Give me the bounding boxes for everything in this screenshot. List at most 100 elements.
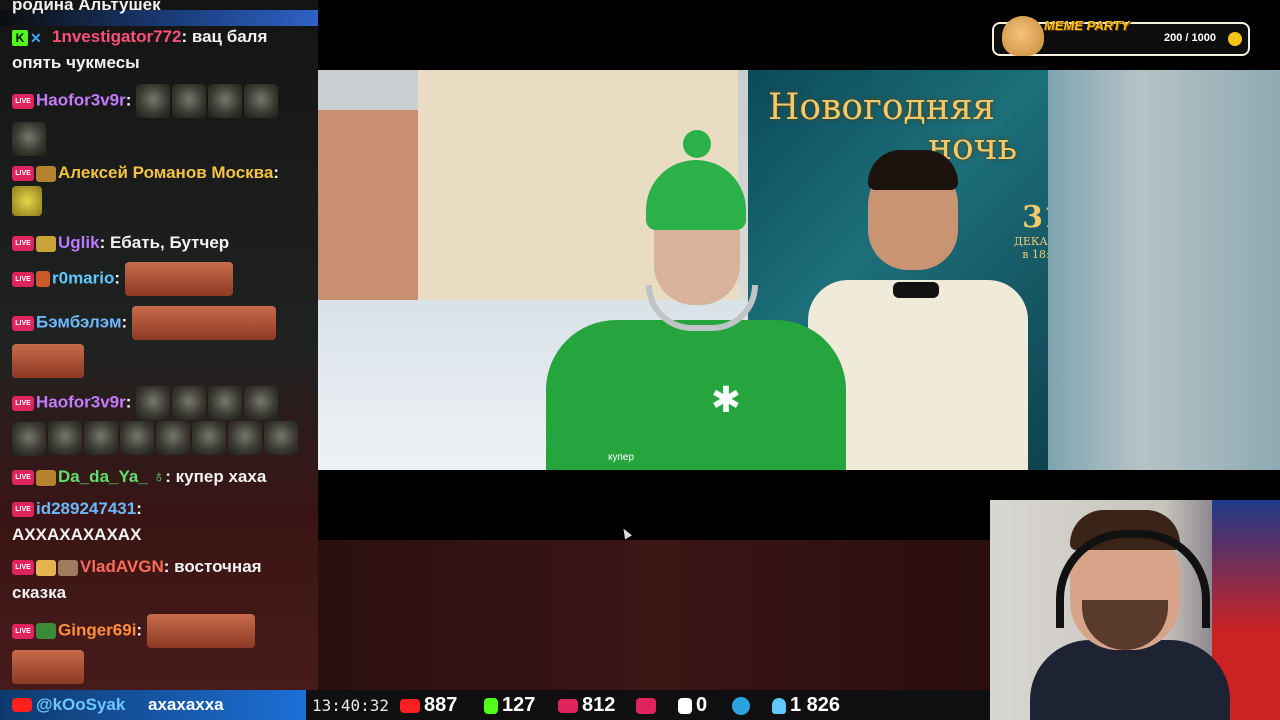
chat-nick: Haofor3v9r xyxy=(36,90,126,110)
meme-party-title: MEME PARTY xyxy=(1044,18,1130,33)
emote-icon xyxy=(208,386,243,420)
live-badge-icon: LIVE xyxy=(12,166,34,182)
video-building xyxy=(318,110,428,310)
chat-message: LIVE Haofor3v9r: xyxy=(12,386,312,456)
chat-message: LIVE Haofor3v9r: xyxy=(12,84,312,156)
live-badge-icon: LIVE xyxy=(12,271,34,287)
telegram-indicator xyxy=(732,694,754,716)
emote-icon xyxy=(136,84,171,118)
chat-nick: Uglik xyxy=(58,233,100,252)
chat-nick: Бэмбэлэм xyxy=(36,312,122,332)
emote-icon xyxy=(208,84,243,118)
webcam-feed xyxy=(990,500,1280,720)
doge-icon xyxy=(1002,16,1044,56)
youtube-icon xyxy=(12,698,32,712)
rutube-viewers: 0 xyxy=(678,694,707,716)
crown-icon: ♁ xyxy=(147,467,166,486)
emote-icon xyxy=(12,422,46,456)
play-icon xyxy=(636,697,656,714)
meme-party-count: 200 / 1000 xyxy=(1164,32,1216,44)
emote-icon xyxy=(244,386,279,420)
emote-badge-icon xyxy=(36,623,56,639)
kick-viewers: 127 xyxy=(484,694,535,716)
emote-badge-icon xyxy=(36,271,50,287)
emote-icon xyxy=(124,262,233,296)
vk-live-icon xyxy=(558,698,578,713)
emote-icon xyxy=(12,344,84,378)
emote-icon xyxy=(84,421,118,455)
emote-icon xyxy=(172,84,207,118)
chat-message: LIVE Бэмбэлэм: xyxy=(12,306,312,378)
chat-text: купер хаха xyxy=(175,467,267,486)
emote-icon xyxy=(172,386,207,420)
chat-nick: r0mario xyxy=(52,268,115,288)
emote-icon xyxy=(131,306,276,340)
clock: 13:40:32 xyxy=(312,696,390,715)
chat-message: LIVE id289247431: АХХАХАХАХАХ xyxy=(12,499,142,544)
chat-nick: Da_da_Ya_ xyxy=(58,467,148,486)
chat-nick: Алексей Романов Москва xyxy=(58,163,274,182)
emote-badge-icon xyxy=(58,559,78,576)
chat-nick: @kOoSyak xyxy=(36,695,126,714)
live-badge-icon: LIVE xyxy=(12,560,34,576)
chat-text: АХХАХАХАХАХ xyxy=(12,525,142,544)
vk-live-viewers: 812 xyxy=(558,694,615,716)
jacket-text: купер xyxy=(608,452,635,463)
kick-icon xyxy=(484,697,498,714)
coin-icon xyxy=(1228,32,1242,46)
emote-icon xyxy=(244,84,279,118)
emote-icon xyxy=(12,122,46,156)
emote-icon xyxy=(228,421,262,455)
emote-badge-icon xyxy=(36,469,56,486)
live-badge-icon: LIVE xyxy=(12,470,34,486)
chat-message: K ✕ 1nvestigator772: вац баля опять чукмес… xyxy=(12,27,268,72)
youtube-icon xyxy=(400,698,420,713)
chat-message: LIVE Uglik: Ебать, Бутчер xyxy=(12,230,312,256)
courier-logo-icon: ✱ xyxy=(710,379,742,420)
kick-icon: K xyxy=(12,29,28,46)
video-player[interactable]: Новогодняя ночь 31 ДЕКАБРЯ в 18:00 купер… xyxy=(318,70,1280,470)
chat-nick: VladAVGN xyxy=(80,557,164,576)
chat-nick: id289247431 xyxy=(36,499,137,518)
emote-badge-icon xyxy=(36,165,56,182)
mouse-cursor-icon xyxy=(620,526,632,540)
viewers-icon xyxy=(772,697,786,714)
chat-message: LIVE Алексей Романов Москва: xyxy=(12,160,312,216)
telegram-icon xyxy=(732,696,750,715)
live-badge-icon: LIVE xyxy=(12,395,34,411)
sword-icon: ✕ xyxy=(30,29,42,46)
emote-badge-icon xyxy=(36,559,56,576)
chat-top-text: родина Альтушек xyxy=(12,0,161,14)
meme-party-widget: MEME PARTY 200 / 1000 xyxy=(992,16,1250,56)
video-blur xyxy=(1048,70,1280,470)
chat-message: LIVE r0mario: xyxy=(12,262,312,296)
chat-message: LIVE VladAVGN: восточная сказка xyxy=(12,557,262,602)
poster-title-line: Новогодняя xyxy=(768,87,996,128)
emote-icon xyxy=(192,421,226,455)
live-badge-icon: LIVE xyxy=(12,93,34,109)
live-badge-icon: LIVE xyxy=(12,315,34,331)
bowtie-icon xyxy=(893,282,939,298)
live-badge-icon: LIVE xyxy=(12,623,34,639)
video-courier: купер ✱ xyxy=(546,130,846,470)
chat-text: ахахахха xyxy=(148,695,224,714)
chat-panel: родина Альтушек K ✕ 1nvestigator772: вац б… xyxy=(0,0,318,690)
overlay-strip xyxy=(318,540,990,690)
chat-nick: Haofor3v9r xyxy=(36,392,126,412)
emote-icon xyxy=(120,421,154,455)
emote-icon xyxy=(136,386,171,420)
emote-icon xyxy=(264,421,298,455)
emote-icon xyxy=(12,186,42,216)
chat-nick: 1nvestigator772 xyxy=(52,27,182,46)
emote-icon xyxy=(146,614,255,648)
emote-icon xyxy=(48,421,82,455)
youtube-viewers: 887 xyxy=(400,694,457,716)
live-badge-icon: LIVE xyxy=(12,236,34,252)
emote-badge-icon xyxy=(36,235,56,252)
total-viewers: 1 826 xyxy=(772,694,840,716)
chat-message: LIVE Da_da_Ya_ ♁: купер хаха xyxy=(12,464,312,490)
emote-icon xyxy=(12,650,84,684)
emote-icon xyxy=(156,421,190,455)
chat-message: LIVE Ginger69i: xyxy=(12,614,312,684)
rutube-icon xyxy=(678,697,692,714)
